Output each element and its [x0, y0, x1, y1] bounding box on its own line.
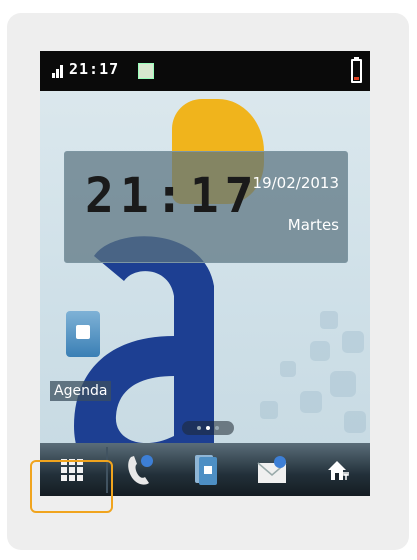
wallpaper-pattern — [260, 311, 366, 433]
home-settings-button[interactable] — [306, 443, 370, 496]
phone-button[interactable] — [108, 443, 172, 496]
clock-day: Martes — [287, 216, 339, 234]
clock-time: 21:17 — [85, 168, 260, 224]
phone-icon — [128, 454, 153, 485]
envelope-icon — [257, 455, 287, 483]
page-indicator[interactable] — [182, 421, 234, 435]
status-bar: 21:17 — [40, 51, 370, 91]
home-icon — [328, 460, 349, 480]
clock-date: 19/02/2013 — [252, 174, 339, 192]
agenda-shortcut[interactable]: Agenda — [48, 311, 118, 411]
agenda-label: Agenda — [50, 381, 112, 401]
contacts-folder-icon — [66, 311, 100, 357]
battery-icon — [351, 57, 362, 83]
focus-highlight — [30, 460, 113, 513]
clock-widget[interactable]: 21:17 19/02/2013 Martes — [64, 151, 348, 263]
page-dot — [215, 426, 219, 430]
page-dot — [197, 426, 201, 430]
messages-button[interactable] — [240, 443, 304, 496]
notification-icon — [138, 63, 154, 79]
page-dot-active — [206, 426, 210, 430]
phone-screen: 21:17 21:17 19/02/2013 Martes Agenda — [40, 51, 370, 496]
contacts-button[interactable] — [174, 443, 238, 496]
contacts-icon — [195, 454, 217, 485]
status-time: 21:17 — [69, 60, 120, 78]
